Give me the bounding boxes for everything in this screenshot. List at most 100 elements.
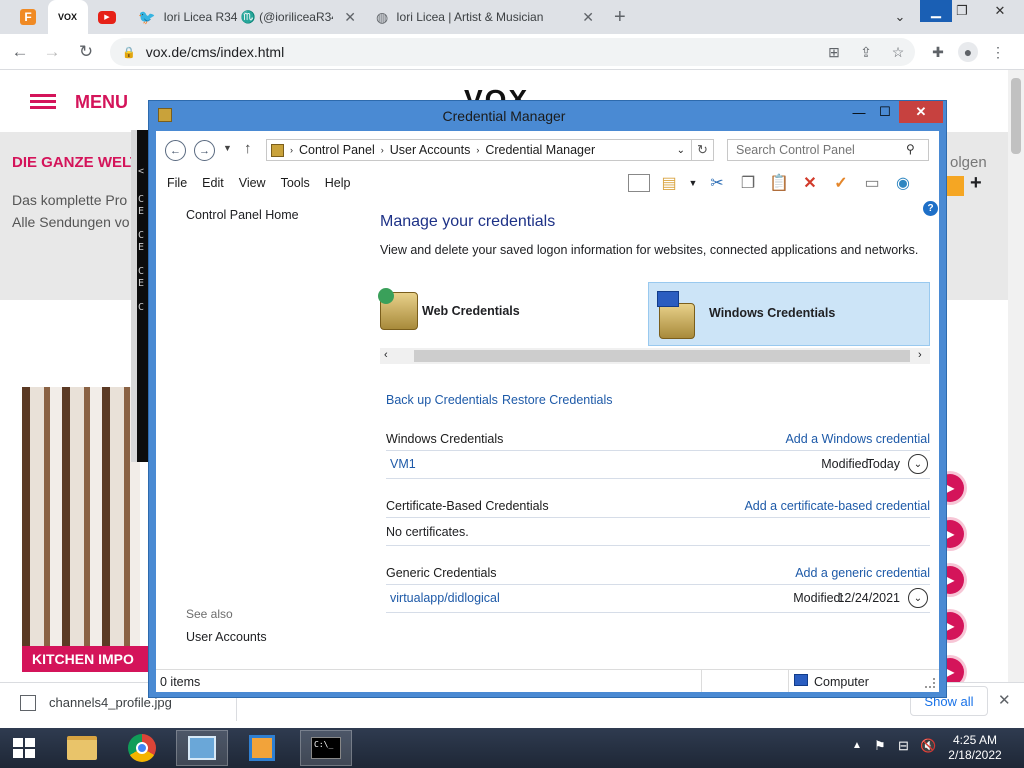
chrome-icon[interactable]	[116, 730, 168, 766]
system-clock[interactable]: 4:25 AM 2/18/2022	[940, 733, 1010, 763]
start-button[interactable]	[0, 730, 48, 766]
search-icon[interactable]: ⚲	[906, 142, 915, 156]
paste-clipboard-icon[interactable]: 📋	[767, 172, 791, 194]
volume-muted-icon[interactable]: 🔇	[920, 738, 936, 754]
web-credentials-tab[interactable]: Web Credentials	[378, 282, 640, 340]
cmd-taskbar-icon[interactable]: C:\_	[300, 730, 352, 766]
horizontal-scrollbar[interactable]: ‹ ›	[380, 348, 930, 364]
monitor-icon	[657, 291, 679, 307]
minimize-button[interactable]: —	[845, 101, 873, 123]
address-bar[interactable]: 🔒 vox.de/cms/index.html	[110, 38, 915, 66]
promo-image[interactable]	[22, 387, 140, 667]
menu-help[interactable]: Help	[325, 176, 351, 190]
window-title: Credential Manager	[442, 108, 566, 124]
windows-credentials-tab[interactable]: Windows Credentials	[648, 282, 930, 346]
add-generic-credential-link[interactable]: Add a generic credential	[795, 566, 930, 580]
scroll-left-icon[interactable]: ‹	[384, 349, 388, 361]
menu-file[interactable]: File	[167, 176, 187, 190]
tab-twitter[interactable]: 🐦 Iori Licea R34 ♏ (@ioriliceaR34) ✕	[128, 0, 364, 34]
virtualbox-icon[interactable]	[236, 730, 288, 766]
add-certificate-credential-link[interactable]: Add a certificate-based credential	[744, 499, 930, 513]
extensions-puzzle-icon[interactable]: ✚	[928, 42, 948, 62]
tab-youtube[interactable]: ▶	[88, 0, 128, 34]
kebab-menu-icon[interactable]: ⋮	[988, 42, 1008, 62]
dropdown-arrow-icon[interactable]: ▼	[688, 172, 698, 194]
refresh-icon[interactable]: ↻	[691, 139, 714, 161]
tab-firefox[interactable]: F	[8, 0, 48, 34]
reload-icon[interactable]: ↻	[74, 40, 98, 64]
page-scrollbar[interactable]	[1008, 70, 1024, 682]
credential-manager-window: Credential Manager — ☐ ✕ ← → ▼ ↑ › Contr…	[148, 100, 947, 698]
folder-options-icon[interactable]: ▤	[657, 172, 681, 194]
promo-label[interactable]: KITCHEN IMPO	[22, 646, 162, 672]
menu-edit[interactable]: Edit	[202, 176, 224, 190]
copy-icon[interactable]: ❐	[736, 172, 760, 194]
window-titlebar[interactable]: Credential Manager — ☐ ✕	[149, 101, 946, 131]
expand-chevron-icon[interactable]: ⌄	[908, 454, 928, 474]
close-tab-icon[interactable]: ✕	[582, 9, 594, 26]
no-certificates-text: No certificates.	[386, 525, 469, 539]
globe-icon[interactable]: ◉	[891, 172, 915, 194]
breadcrumb-user-accounts[interactable]: User Accounts	[390, 143, 471, 157]
add-icon[interactable]: +	[970, 172, 982, 195]
menu-view[interactable]: View	[239, 176, 266, 190]
navigation-bar: ← → ▼ ↑ › Control Panel › User Accounts …	[156, 131, 939, 169]
up-arrow-icon[interactable]: ↑	[244, 140, 252, 157]
search-input[interactable]	[727, 139, 929, 161]
hamburger-icon[interactable]	[30, 94, 56, 97]
properties-icon[interactable]: ▭	[860, 172, 884, 194]
expand-chevron-icon[interactable]: ⌄	[908, 588, 928, 608]
browser-toolbar: ← → ↻ 🔒 vox.de/cms/index.html ⊞ ⇪ ☆ ✚ ● …	[0, 34, 1024, 70]
forward-arrow-icon[interactable]: →	[194, 140, 215, 161]
network-icon[interactable]: ⊟	[898, 738, 909, 754]
scrollbar-thumb[interactable]	[1011, 78, 1021, 154]
restore-button[interactable]: ❐	[946, 0, 978, 22]
close-icon[interactable]: ✕	[998, 691, 1011, 709]
file-explorer-icon[interactable]	[56, 730, 108, 766]
menu-tools[interactable]: Tools	[281, 176, 310, 190]
restore-credentials-link[interactable]: Restore Credentials	[502, 393, 612, 407]
resize-grip-icon[interactable]	[925, 678, 935, 688]
translate-icon[interactable]: ⊞	[824, 42, 844, 62]
menu-link[interactable]: MENU	[75, 92, 128, 113]
firefox-favicon-icon: F	[20, 9, 36, 25]
close-window-button[interactable]: ✕	[984, 0, 1016, 22]
recent-pages-chevron-icon[interactable]: ▼	[223, 143, 232, 153]
breadcrumb[interactable]: › Control Panel › User Accounts › Creden…	[266, 139, 714, 161]
tray-chevron-icon[interactable]: ▲	[852, 740, 862, 751]
checkmark-icon[interactable]: ✓	[829, 172, 853, 194]
follow-label: olgen	[950, 154, 987, 171]
back-arrow-icon[interactable]: ←	[8, 40, 32, 64]
control-panel-taskbar-icon[interactable]	[176, 730, 228, 766]
close-tab-icon[interactable]: ✕	[344, 9, 356, 26]
tab-vox[interactable]: VOX	[48, 0, 88, 34]
backup-credentials-link[interactable]: Back up Credentials	[386, 393, 498, 407]
tab-iori-site[interactable]: ◍ Iori Licea | Artist & Musician ✕	[366, 0, 602, 34]
user-accounts-link[interactable]: User Accounts	[186, 630, 267, 644]
cut-scissors-icon[interactable]: ✂	[705, 172, 729, 194]
forward-arrow-icon[interactable]: →	[40, 40, 64, 64]
delete-x-icon[interactable]: ✕	[798, 172, 822, 194]
credential-row-vm1[interactable]: VM1 Modified: Today ⌄	[386, 451, 930, 477]
add-windows-credential-link[interactable]: Add a Windows credential	[785, 432, 930, 446]
new-tab-button[interactable]: +	[614, 0, 638, 34]
bookmark-star-icon[interactable]: ☆	[888, 42, 908, 62]
close-button[interactable]: ✕	[899, 101, 943, 123]
windows-credentials-label: Windows Credentials	[709, 306, 836, 320]
control-panel-home-link[interactable]: Control Panel Home	[186, 208, 299, 222]
breadcrumb-credential-manager[interactable]: Credential Manager	[485, 143, 595, 157]
layout-pane-icon[interactable]	[628, 174, 650, 192]
maximize-button[interactable]: ☐	[871, 101, 899, 123]
address-dropdown-icon[interactable]: ⌄	[677, 145, 685, 156]
scrollbar-thumb[interactable]	[414, 350, 910, 362]
action-center-flag-icon[interactable]: ⚑	[874, 738, 886, 754]
credential-row-virtualapp[interactable]: virtualapp/didlogical Modified: 12/24/20…	[386, 585, 930, 611]
back-arrow-icon[interactable]: ←	[165, 140, 186, 161]
tab-search-icon[interactable]: ⌄	[884, 6, 916, 28]
scroll-right-icon[interactable]: ›	[918, 349, 922, 361]
profile-avatar-icon[interactable]: ●	[958, 42, 978, 62]
globe-icon: ◍	[376, 8, 389, 25]
share-icon[interactable]: ⇪	[856, 42, 876, 62]
breadcrumb-control-panel[interactable]: Control Panel	[299, 143, 375, 157]
web-credentials-label: Web Credentials	[422, 304, 520, 318]
